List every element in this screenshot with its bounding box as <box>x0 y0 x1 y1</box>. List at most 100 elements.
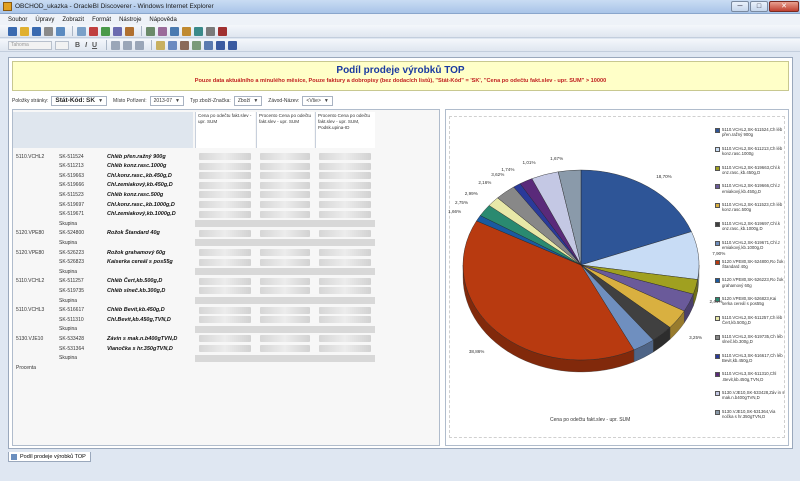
legend-label: 5110.VCHL2,SK-519735,Ch léb slneč.kb.300… <box>722 333 783 344</box>
save-icon[interactable] <box>32 26 41 36</box>
menu-nastroje[interactable]: Nástroje <box>119 17 141 23</box>
stop-icon[interactable] <box>218 26 227 36</box>
column-header-procento[interactable]: Procento Cena po odečtu fakt.slev - upr.… <box>256 112 314 148</box>
refresh-icon[interactable] <box>206 26 215 36</box>
cell-value <box>260 287 310 295</box>
font-color-icon[interactable] <box>168 40 178 50</box>
preview-icon[interactable] <box>56 26 65 36</box>
worksheet-subtitle: Pouze data aktuálního a minulého měsíce,… <box>194 78 607 84</box>
cell-value <box>260 277 310 285</box>
worksheet-canvas: Podíl prodeje výrobků TOP Pouze data akt… <box>8 57 793 449</box>
cell-value <box>199 258 251 266</box>
align-right-icon[interactable] <box>135 40 145 50</box>
column-header-procento-podskupina[interactable]: Procento Cena po odečtu fakt.slev - upr.… <box>315 112 375 148</box>
fill-color-icon[interactable] <box>156 40 166 50</box>
underline-button[interactable]: U <box>92 42 97 49</box>
chart-icon[interactable] <box>89 26 98 36</box>
row-sk: SK-511257 <box>59 278 84 285</box>
legend-item: 5110.VCHL2,SK-511524,Ch léb přen.ražný 9… <box>715 127 785 137</box>
chevron-down-icon: ▼ <box>253 97 259 104</box>
chart-panel: 18,70%7,90%2,44%3,25%38,86%1,66%2,75%2,9… <box>445 109 789 446</box>
maximize-button[interactable]: □ <box>750 1 768 12</box>
zavod-value: <Vše> <box>306 97 321 104</box>
table-row[interactable]: Procenta <box>13 363 343 372</box>
pie-label: 2,16% <box>478 179 492 185</box>
app-icon <box>3 2 12 11</box>
view-table-icon[interactable] <box>216 40 226 50</box>
percent-icon[interactable] <box>182 26 191 36</box>
chart-area: 18,70%7,90%2,44%3,25%38,86%1,66%2,75%2,9… <box>448 116 785 438</box>
legend-swatch <box>715 240 720 246</box>
border-icon[interactable] <box>180 40 190 50</box>
cell-value <box>199 335 251 343</box>
table-icon[interactable] <box>77 26 86 36</box>
cell-value <box>319 229 371 237</box>
view-graph-icon[interactable] <box>228 40 238 50</box>
minimize-button[interactable]: ─ <box>731 1 749 12</box>
row-product: Chl.zemiakový,kb.1000g,D <box>107 211 176 218</box>
cell-value <box>260 153 310 160</box>
menu-upravy[interactable]: Úpravy <box>35 17 54 23</box>
cell-value <box>319 306 371 314</box>
cell-value <box>319 162 371 170</box>
legend-label: 5110.VCHL2,SK-519666,Chl.z emiakový,kb.4… <box>722 183 780 194</box>
pie-label: 1,01% <box>522 160 536 166</box>
row-sk: SK-519666 <box>59 182 85 189</box>
wizard-icon[interactable] <box>125 26 134 36</box>
total-icon[interactable] <box>194 26 203 36</box>
close-button[interactable]: ✕ <box>769 1 799 12</box>
subtotal-cells <box>195 220 375 228</box>
pivot-icon[interactable] <box>101 26 110 36</box>
row-product: Vianočka s hr.350gTVN,D <box>107 345 173 352</box>
layout-icon[interactable] <box>204 40 214 50</box>
row-sk: SK-533428 <box>59 335 85 342</box>
row-sk: Skupina <box>59 355 78 362</box>
bold-button[interactable]: B <box>75 42 80 49</box>
stat-kod-select[interactable]: Stát-Kód: SK ▼ <box>51 95 108 106</box>
worksheet-title: Podíl prodeje výrobků TOP <box>336 65 465 76</box>
calc-icon[interactable] <box>158 26 167 36</box>
row-group: 5130.VJE10 <box>16 335 44 342</box>
font-size-select[interactable] <box>55 40 69 50</box>
align-left-icon[interactable] <box>111 40 121 50</box>
cell-value <box>199 172 251 180</box>
font-select[interactable]: Tahoma <box>8 40 52 50</box>
row-group: 5110.VCHL2 <box>16 278 45 285</box>
legend-item: 5110.VCHL2,SK-519697,Chl.k onz.rasc.,kb.… <box>715 221 785 231</box>
zavod-select[interactable]: <Vše> ▼ <box>302 95 333 106</box>
toolbar-separator <box>151 40 153 50</box>
cell-value <box>319 277 371 285</box>
pie-label: 1,66% <box>448 209 462 215</box>
sort-icon[interactable] <box>146 26 155 36</box>
italic-button[interactable]: I <box>85 42 87 49</box>
cell-value <box>319 335 371 343</box>
open-icon[interactable] <box>20 26 29 36</box>
legend-label: 5130.VJE10,SK-533428,Záv in s mak.n.b400… <box>722 390 785 401</box>
filter-icon[interactable] <box>170 26 179 36</box>
new-icon[interactable] <box>8 26 17 36</box>
align-center-icon[interactable] <box>123 40 133 50</box>
pie-label: 7,90% <box>712 251 726 257</box>
print-icon[interactable] <box>44 26 53 36</box>
menu-format[interactable]: Formát <box>92 17 111 23</box>
sheet-tab[interactable]: Podíl prodeje výrobků TOP <box>8 452 91 462</box>
row-sk: Skupina <box>59 220 78 227</box>
menu-zobrazit[interactable]: Zobrazit <box>62 17 84 23</box>
window-title: OBCHOD_ukazka - OracleBI Discoverer - Wi… <box>15 3 214 10</box>
pie-chart[interactable] <box>450 117 712 437</box>
column-header-cena[interactable]: Cena po odečtu fakt.slev - upr. SUM <box>195 112 255 148</box>
crosstab-icon[interactable] <box>113 26 122 36</box>
row-sk: Skupina <box>59 297 78 304</box>
menu-soubor[interactable]: Soubor <box>8 17 27 23</box>
legend-swatch <box>715 278 720 284</box>
menu-napoveda[interactable]: Nápověda <box>149 17 176 23</box>
misto-select[interactable]: 2013-07 ▼ <box>149 95 184 106</box>
stat-kod-value: SK <box>86 97 96 104</box>
row-sk: SK-526823 <box>59 259 85 266</box>
typ-select[interactable]: Zboží ▼ <box>233 95 263 106</box>
legend-label: 5110.VCHL2,SK-519663,Chl.k onz.rasc.,kb.… <box>722 164 780 175</box>
row-sk: SK-511213 <box>59 163 84 170</box>
legend-label: 5120.VPE80,SK-526823,Kai serka cereál s … <box>722 296 777 307</box>
row-group: Procenta <box>16 364 37 371</box>
format-icon[interactable] <box>192 40 202 50</box>
